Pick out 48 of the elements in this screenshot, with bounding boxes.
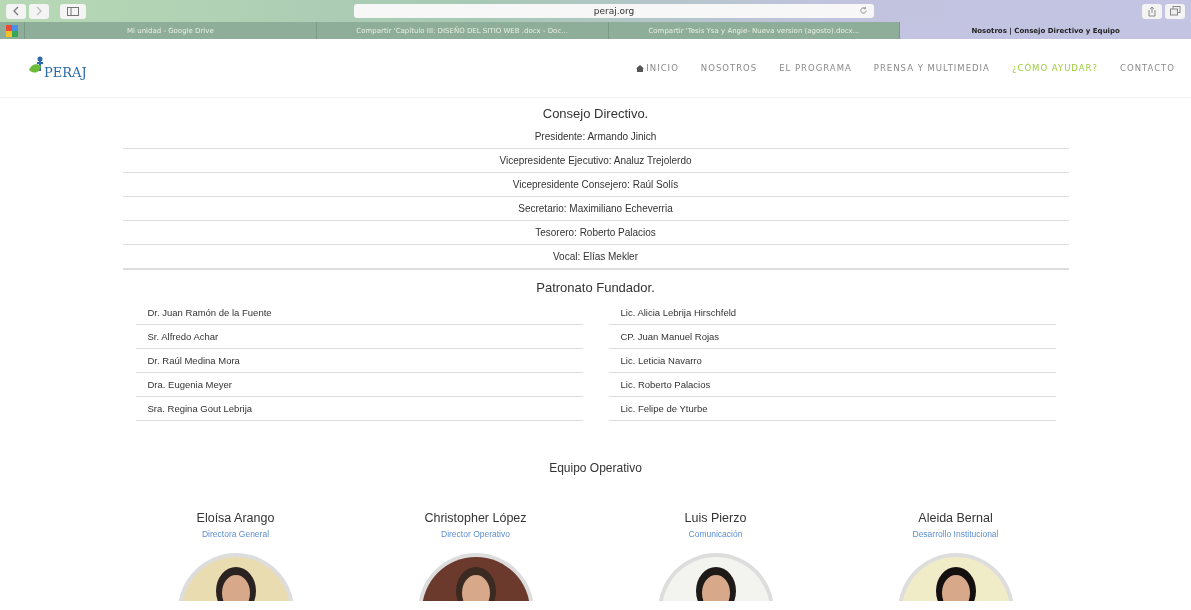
nav-link[interactable]: INICIO (636, 63, 679, 73)
member-name: Christopher López (424, 511, 527, 525)
founder-name: Lic. Roberto Palacios (608, 373, 1056, 397)
logo[interactable]: PERAJ (28, 56, 87, 80)
board-member: Tesorero: Roberto Palacios (122, 221, 1069, 245)
founder-name: Dr. Raúl Medina Mora (135, 349, 583, 373)
chevron-left-icon (12, 6, 20, 16)
founder-name: Lic. Leticia Navarro (608, 349, 1056, 373)
section-title: Patronato Fundador. (536, 280, 655, 295)
sidebar-button[interactable] (60, 3, 86, 19)
board-member: Vicepresidente Ejecutivo: Analuz Trejolerdo (122, 149, 1069, 173)
nav-link[interactable]: EL PROGRAMA (779, 63, 852, 73)
section-title: Equipo Operativo (549, 461, 642, 475)
member-role: Desarrollo Institucional (912, 529, 999, 539)
favicon-icon (6, 24, 18, 37)
board-member: Vicepresidente Consejero: Raúl Solís (122, 173, 1069, 197)
board-member: Vocal: Elías Mekler (122, 245, 1069, 270)
founder-name: Lic. Alicia Lebrija Hirschfeld (608, 301, 1056, 325)
founder-name: Dr. Juan Ramón de la Fuente (135, 301, 583, 325)
nav-link[interactable]: PRENSA Y MULTIMEDIA (873, 63, 990, 73)
member-role: Comunicación (688, 529, 743, 539)
section-title: Consejo Directivo. (542, 106, 649, 121)
address-field[interactable]: peraj.org (354, 4, 874, 18)
founder-name: Lic. Felipe de Yturbe (608, 397, 1056, 421)
founder-name: Dra. Eugenia Meyer (135, 373, 583, 397)
tabs-button[interactable] (1165, 3, 1185, 19)
nav-link[interactable]: CONTACTO (1120, 63, 1175, 73)
member-name: Aleida Bernal (918, 511, 993, 525)
member-name: Eloísa Arango (196, 511, 275, 525)
back-button[interactable] (6, 3, 26, 19)
nav-link[interactable]: NOSOTROS (700, 63, 758, 73)
share-button[interactable] (1142, 3, 1162, 19)
reload-icon[interactable] (859, 6, 868, 15)
founder-name: Sr. Alfredo Achar (135, 325, 583, 349)
forward-button[interactable] (29, 3, 49, 19)
share-icon (1147, 5, 1157, 17)
founder-name: CP. Juan Manuel Rojas (608, 325, 1056, 349)
member-role: Directora General (201, 529, 270, 539)
founder-name: Sra. Regina Gout Lebrija (135, 397, 583, 421)
board-member: Secretario: Maximiliano Echeverria (122, 197, 1069, 221)
board-member: Presidente: Armando Jinich (122, 125, 1069, 149)
member-role: Director Operativo (441, 529, 510, 539)
tabs-icon (1169, 6, 1181, 16)
nav-link[interactable]: ¿CÓMO AYUDAR? (1011, 63, 1098, 73)
member-name: Luis Pierzo (684, 511, 747, 525)
chevron-right-icon (35, 6, 43, 16)
sidebar-icon (67, 6, 79, 16)
home-icon (636, 64, 645, 72)
